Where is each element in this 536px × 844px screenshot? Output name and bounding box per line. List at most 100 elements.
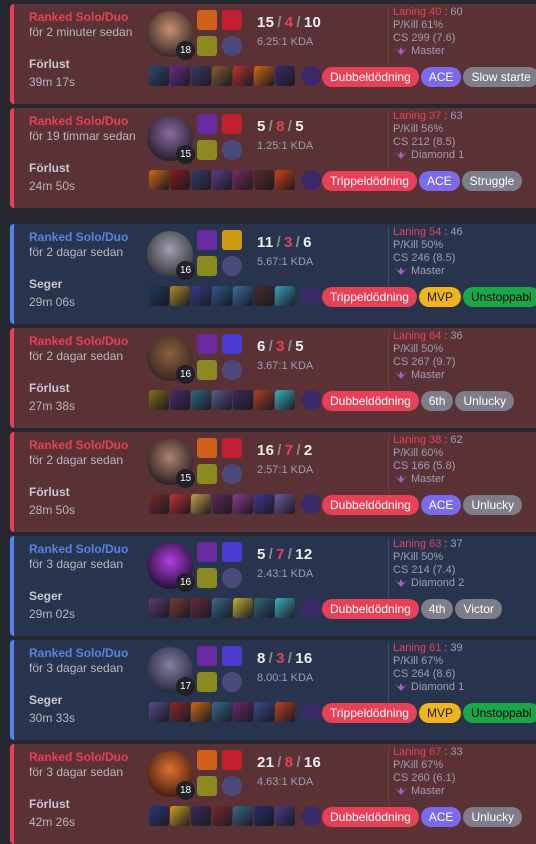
item-3-icon[interactable] (191, 286, 211, 306)
item-5-icon[interactable] (233, 702, 253, 722)
keystone-rune-icon[interactable] (197, 360, 217, 380)
item-3-icon[interactable] (191, 702, 211, 722)
item-6-icon[interactable] (254, 598, 274, 618)
summoner-spell-2-icon[interactable] (222, 230, 242, 250)
ward-icon[interactable] (301, 702, 321, 722)
item-3-icon[interactable] (191, 598, 211, 618)
ward-icon[interactable] (301, 286, 321, 306)
summoner-spell-2-icon[interactable] (222, 646, 242, 666)
keystone-rune-icon[interactable] (197, 464, 217, 484)
ward-icon[interactable] (301, 494, 321, 514)
item-3-icon[interactable] (191, 66, 211, 86)
summoner-spell-1-icon[interactable] (197, 334, 217, 354)
secondary-rune-icon[interactable] (222, 360, 242, 380)
secondary-rune-icon[interactable] (222, 256, 242, 276)
ward-icon[interactable] (301, 806, 321, 826)
item-4-icon[interactable] (212, 390, 232, 410)
item-7-icon[interactable] (275, 286, 295, 306)
item-7-icon[interactable] (275, 702, 295, 722)
item-5-icon[interactable] (233, 806, 253, 826)
match-card[interactable]: Ranked Solo/Duo för 3 dagar sedan Förlust 4… (10, 744, 536, 844)
secondary-rune-icon[interactable] (222, 36, 242, 56)
summoner-spell-2-icon[interactable] (222, 334, 242, 354)
item-5-icon[interactable] (233, 66, 253, 86)
item-7-icon[interactable] (275, 170, 295, 190)
item-1-icon[interactable] (149, 806, 169, 826)
match-card[interactable]: Ranked Solo/Duo för 19 timmar sedan Förlus… (10, 108, 536, 208)
item-1-icon[interactable] (149, 286, 169, 306)
summoner-spell-1-icon[interactable] (197, 114, 217, 134)
ward-icon[interactable] (301, 598, 321, 618)
item-7-icon[interactable] (275, 598, 295, 618)
item-3-icon[interactable] (191, 806, 211, 826)
summoner-spell-1-icon[interactable] (197, 230, 217, 250)
item-2-icon[interactable] (170, 494, 190, 514)
match-card[interactable]: Ranked Solo/Duo för 2 minuter sedan Förlus… (10, 4, 536, 104)
item-3-icon[interactable] (191, 494, 211, 514)
item-5-icon[interactable] (233, 598, 253, 618)
item-6-icon[interactable] (254, 286, 274, 306)
ward-icon[interactable] (301, 170, 321, 190)
item-6-icon[interactable] (254, 494, 274, 514)
summoner-spell-2-icon[interactable] (222, 438, 242, 458)
summoner-spell-2-icon[interactable] (222, 750, 242, 770)
item-7-icon[interactable] (275, 806, 295, 826)
item-2-icon[interactable] (170, 66, 190, 86)
item-3-icon[interactable] (191, 390, 211, 410)
item-4-icon[interactable] (212, 598, 232, 618)
item-6-icon[interactable] (254, 806, 274, 826)
summoner-spell-2-icon[interactable] (222, 10, 242, 30)
match-card[interactable]: Ranked Solo/Duo för 2 dagar sedan Förlust 2… (10, 432, 536, 532)
summoner-spell-1-icon[interactable] (197, 542, 217, 562)
item-1-icon[interactable] (149, 598, 169, 618)
item-1-icon[interactable] (149, 170, 169, 190)
item-6-icon[interactable] (254, 702, 274, 722)
secondary-rune-icon[interactable] (222, 568, 242, 588)
secondary-rune-icon[interactable] (222, 464, 242, 484)
secondary-rune-icon[interactable] (222, 140, 242, 160)
item-4-icon[interactable] (212, 702, 232, 722)
item-4-icon[interactable] (212, 170, 232, 190)
item-2-icon[interactable] (170, 170, 190, 190)
summoner-spell-1-icon[interactable] (197, 10, 217, 30)
item-4-icon[interactable] (212, 806, 232, 826)
item-1-icon[interactable] (149, 66, 169, 86)
keystone-rune-icon[interactable] (197, 140, 217, 160)
summoner-spell-1-icon[interactable] (197, 438, 217, 458)
item-7-icon[interactable] (275, 494, 295, 514)
item-1-icon[interactable] (149, 494, 169, 514)
item-4-icon[interactable] (212, 494, 232, 514)
keystone-rune-icon[interactable] (197, 256, 217, 276)
item-1-icon[interactable] (149, 390, 169, 410)
item-2-icon[interactable] (170, 286, 190, 306)
match-card[interactable]: Ranked Solo/Duo för 2 dagar sedan Seger 29m… (10, 224, 536, 324)
item-7-icon[interactable] (275, 66, 295, 86)
summoner-spell-1-icon[interactable] (197, 750, 217, 770)
item-5-icon[interactable] (233, 286, 253, 306)
match-card[interactable]: Ranked Solo/Duo för 2 dagar sedan Förlust 2… (10, 328, 536, 428)
keystone-rune-icon[interactable] (197, 568, 217, 588)
item-6-icon[interactable] (254, 66, 274, 86)
secondary-rune-icon[interactable] (222, 672, 242, 692)
ward-icon[interactable] (301, 66, 321, 86)
ward-icon[interactable] (301, 390, 321, 410)
item-2-icon[interactable] (170, 390, 190, 410)
keystone-rune-icon[interactable] (197, 36, 217, 56)
item-1-icon[interactable] (149, 702, 169, 722)
item-7-icon[interactable] (275, 390, 295, 410)
item-4-icon[interactable] (212, 286, 232, 306)
item-6-icon[interactable] (254, 390, 274, 410)
item-2-icon[interactable] (170, 598, 190, 618)
keystone-rune-icon[interactable] (197, 776, 217, 796)
item-6-icon[interactable] (254, 170, 274, 190)
secondary-rune-icon[interactable] (222, 776, 242, 796)
item-2-icon[interactable] (170, 806, 190, 826)
item-2-icon[interactable] (170, 702, 190, 722)
keystone-rune-icon[interactable] (197, 672, 217, 692)
item-5-icon[interactable] (233, 170, 253, 190)
summoner-spell-1-icon[interactable] (197, 646, 217, 666)
item-3-icon[interactable] (191, 170, 211, 190)
match-card[interactable]: Ranked Solo/Duo för 3 dagar sedan Seger 29m… (10, 536, 536, 636)
item-5-icon[interactable] (233, 390, 253, 410)
summoner-spell-2-icon[interactable] (222, 114, 242, 134)
